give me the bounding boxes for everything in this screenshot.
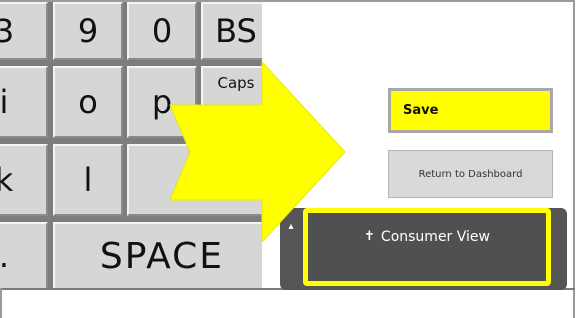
key-k[interactable]: k <box>0 144 48 216</box>
onscreen-keyboard: 3 9 0 BS i o p Caps k l ret . SPACE <box>0 2 262 288</box>
consumer-view-button[interactable]: ✝ Consumer View <box>303 208 551 286</box>
window-right-border <box>573 0 575 318</box>
key-o[interactable]: o <box>53 66 123 138</box>
key-p[interactable]: p <box>127 66 197 138</box>
key-space[interactable]: SPACE <box>53 222 262 288</box>
save-button[interactable]: Save <box>388 88 553 133</box>
key-i[interactable]: i <box>0 66 48 138</box>
key-caps[interactable]: Caps <box>201 66 262 138</box>
key-l[interactable]: l <box>53 144 123 216</box>
person-icon: ✝ <box>364 229 375 244</box>
key-0[interactable]: 0 <box>127 2 197 60</box>
consumer-view-label: Consumer View <box>380 229 490 245</box>
key-return[interactable]: ret <box>127 144 262 216</box>
key-backspace[interactable]: BS <box>201 2 262 60</box>
window-left-border <box>0 288 2 318</box>
key-3[interactable]: 3 <box>0 2 48 60</box>
caret-up-icon[interactable]: ▴ <box>280 215 302 255</box>
key-period[interactable]: . <box>0 222 48 288</box>
key-9[interactable]: 9 <box>53 2 123 60</box>
return-to-dashboard-button[interactable]: Return to Dashboard <box>388 150 553 198</box>
